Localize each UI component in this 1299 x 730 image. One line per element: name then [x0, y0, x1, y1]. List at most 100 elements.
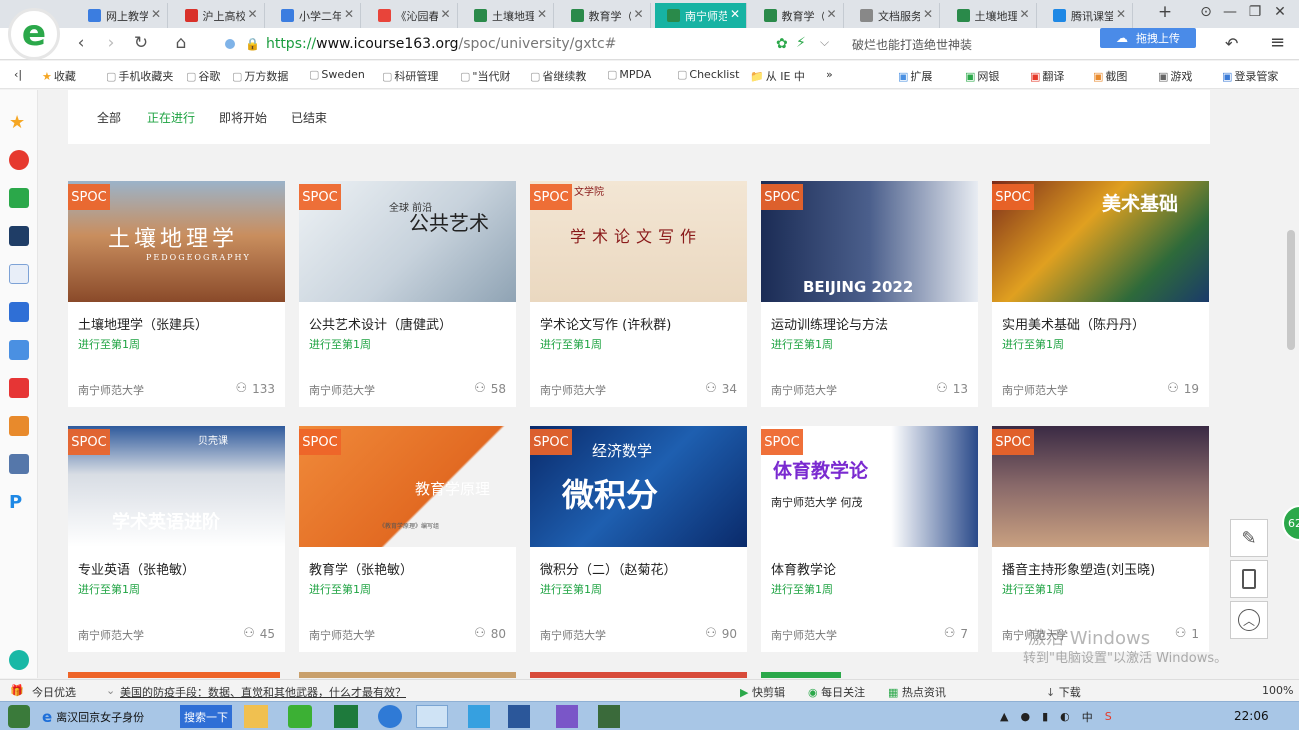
course-card[interactable]: 教育学原理 《教育学原理》编写组 SPOC 教育学（张艳敏） 进行至第1周 南宁师范大学 ⚇… — [299, 426, 516, 652]
tab-close-icon[interactable]: ✕ — [1019, 7, 1029, 21]
course-card[interactable]: SPOC 播音主持形象塑造(刘玉晓) 进行至第1周 南宁师范大学 ⚇ 1 — [992, 426, 1209, 652]
bookmark-item[interactable]: ▢ 省继续教 — [530, 68, 586, 84]
course-card[interactable]: 美术基础 SPOC 实用美术基础（陈丹丹） 进行至第1周 南宁师范大学 ⚇ 19 — [992, 181, 1209, 407]
tab-close-icon[interactable]: ✕ — [151, 7, 161, 21]
tab-close-icon[interactable]: ✕ — [826, 7, 836, 21]
word-icon[interactable] — [508, 705, 530, 728]
bookmark-item[interactable]: ★ 收藏 — [42, 68, 76, 84]
sidebar-toggle-icon[interactable]: ‹| — [14, 68, 22, 81]
scrollbar-thumb[interactable] — [1287, 230, 1295, 350]
excel-icon[interactable] — [334, 705, 358, 728]
course-thumbnail[interactable]: BEIJING 2022 SPOC — [761, 181, 978, 302]
tab-0[interactable]: 网上教学 ✕ — [76, 3, 168, 28]
course-thumbnail[interactable]: 学术英语进阶 贝壳课 SPOC — [68, 426, 285, 547]
home-button[interactable]: ⌂ — [170, 33, 192, 53]
taskbar-window-browser[interactable]: e 离汉回京女子身份 — [42, 705, 174, 728]
news-headline[interactable]: 美国的防疫手段：数据、直觉和其他武器，什么才最有效？ — [120, 684, 406, 700]
taskbar-search-button[interactable]: 搜索一下 — [180, 705, 232, 728]
course-title[interactable]: 运动训练理论与方法 — [771, 314, 888, 333]
bookmark-item[interactable]: ▢ 万方数据 — [232, 68, 288, 84]
close-window-button[interactable]: ✕ — [1270, 4, 1290, 20]
reload-button[interactable]: ↻ — [130, 33, 152, 53]
course-thumbnail[interactable]: 土壤地理学 PEDOGEOGRAPHY SPOC — [68, 181, 285, 302]
quick-edit-item[interactable]: ▶ 快剪辑 — [740, 684, 785, 700]
tab-10[interactable]: 腾讯课堂 ✕ — [1041, 3, 1133, 28]
course-title[interactable]: 实用美术基础（陈丹丹） — [1002, 314, 1145, 333]
gift-icon[interactable]: 🎁 — [10, 684, 24, 697]
daily-focus-item[interactable]: ◉ 每日关注 — [808, 684, 865, 700]
course-card[interactable]: 公共艺术 全球 前沿 SPOC 公共艺术设计（唐健武） 进行至第1周 南宁师范大学 ⚇ 58 — [299, 181, 516, 407]
zoom-level[interactable]: 100% — [1262, 684, 1293, 697]
tab-close-icon[interactable]: ✕ — [1116, 7, 1126, 21]
course-thumbnail[interactable]: 微积分 经济数学 SPOC — [530, 426, 747, 547]
bookmark-item[interactable]: 📁 从 IE 中 — [750, 68, 805, 84]
course-card[interactable]: 体育教学论 南宁师范大学 何茂 SPOC 体育教学论 进行至第1周 南宁师范大学 ⚇ 7 — [761, 426, 978, 652]
start-button[interactable] — [8, 705, 30, 728]
skin-icon[interactable]: ⊙ — [1196, 4, 1216, 20]
course-title[interactable]: 公共艺术设计（唐健武） — [309, 314, 452, 333]
menu-icon[interactable]: ≡ — [1270, 32, 1285, 53]
tab-1[interactable]: 沪上高校 ✕ — [173, 3, 265, 28]
app-taskbar-icon[interactable] — [556, 705, 578, 728]
more-bookmarks-icon[interactable]: » — [826, 68, 833, 81]
tab-2[interactable]: 小学二年 ✕ — [269, 3, 361, 28]
course-title[interactable]: 学术论文写作 (许秋群) — [540, 314, 671, 333]
mobile-app-button[interactable] — [1230, 560, 1268, 598]
course-title[interactable]: 体育教学论 — [771, 559, 836, 578]
edit-feedback-button[interactable]: ✎ — [1230, 519, 1268, 557]
tab-close-icon[interactable]: ✕ — [730, 7, 740, 21]
course-title[interactable]: 土壤地理学（张建兵） — [78, 314, 208, 333]
forward-button[interactable]: › — [100, 33, 122, 53]
undo-icon[interactable]: ↶ — [1225, 34, 1238, 53]
course-thumbnail[interactable]: 美术基础 SPOC — [992, 181, 1209, 302]
word-doc-icon[interactable] — [9, 264, 29, 284]
course-card[interactable]: BEIJING 2022 SPOC 运动训练理论与方法 进行至第1周 南宁师范大学 ⚇ 13 — [761, 181, 978, 407]
chat-icon[interactable] — [9, 302, 29, 322]
video-icon[interactable] — [9, 378, 29, 398]
bookmark-item[interactable]: ▢ MPDA — [607, 68, 651, 81]
bookmark-item[interactable]: ▢ Checklist — [677, 68, 739, 81]
toolbar-right-item[interactable]: ▣ 游戏 — [1158, 68, 1192, 84]
minimize-button[interactable]: — — [1220, 4, 1240, 20]
refresh-green-icon[interactable]: ✿ — [776, 36, 788, 52]
course-card[interactable]: 学术英语进阶 贝壳课 SPOC 专业英语（张艳敏） 进行至第1周 南宁师范大学 ⚇ 45 — [68, 426, 285, 652]
tencent-icon[interactable] — [468, 705, 490, 728]
tab-close-icon[interactable]: ✕ — [247, 7, 257, 21]
download-item[interactable]: ↓ 下载 — [1046, 684, 1081, 700]
maximize-button[interactable]: ❐ — [1245, 4, 1265, 20]
course-card[interactable]: 学术论文写作 文学院 SPOC 学术论文写作 (许秋群) 进行至第1周 南宁师范大学 ⚇ 34 — [530, 181, 747, 407]
course-thumbnail[interactable]: 体育教学论 南宁师范大学 何茂 SPOC — [761, 426, 978, 547]
course-thumbnail[interactable]: 公共艺术 全球 前沿 SPOC — [299, 181, 516, 302]
hot-news-item[interactable]: ▦ 热点资讯 — [888, 684, 946, 700]
course-thumbnail[interactable]: SPOC — [992, 426, 1209, 547]
game-icon[interactable] — [9, 340, 29, 360]
weibo-icon[interactable] — [9, 150, 29, 170]
tab-7[interactable]: 教育学（ ✕ — [752, 3, 844, 28]
browser-logo[interactable]: e — [8, 8, 60, 60]
security-shield-icon[interactable] — [225, 39, 235, 49]
lightning-icon[interactable]: ⚡ — [796, 35, 806, 51]
tab-6[interactable]: 南宁师范 ✕ — [655, 3, 747, 28]
url-input[interactable]: 🔒 https:// www.icourse163.org /spoc/univ… — [245, 32, 835, 56]
tab-8[interactable]: 文档服务 ✕ — [848, 3, 940, 28]
browser-taskbar-icon[interactable] — [416, 705, 448, 728]
bookmark-item[interactable]: ▢ Sweden — [309, 68, 365, 81]
toolbar-right-item[interactable]: ▣ 登录管家 — [1222, 68, 1278, 84]
toolbar-right-item[interactable]: ▣ 网银 — [965, 68, 999, 84]
course-title[interactable]: 教育学（张艳敏） — [309, 559, 413, 578]
plus-circle-icon[interactable] — [9, 650, 29, 670]
filter-upcoming[interactable]: 即将开始 — [219, 109, 267, 126]
dropdown-chevron-icon[interactable]: ⌵ — [820, 35, 829, 50]
favorites-star-icon[interactable]: ★ — [9, 112, 29, 133]
bookmark-item[interactable]: ▢ "当代财 — [460, 68, 510, 84]
toolbar-right-item[interactable]: ▣ 扩展 — [898, 68, 932, 84]
course-card[interactable]: 微积分 经济数学 SPOC 微积分（二）（赵菊花） 进行至第1周 南宁师范大学 ⚇ 90 — [530, 426, 747, 652]
course-thumbnail[interactable]: 教育学原理 《教育学原理》编写组 SPOC — [299, 426, 516, 547]
tab-close-icon[interactable]: ✕ — [633, 7, 643, 21]
tray-icons[interactable]: ▲ ● ▮ ◐ 中 S — [1000, 705, 1200, 728]
global-news-icon[interactable] — [9, 226, 29, 246]
back-to-top-button[interactable]: ︿ — [1230, 601, 1268, 639]
tab-close-icon[interactable]: ✕ — [344, 7, 354, 21]
ie-taskbar-icon[interactable] — [378, 705, 402, 728]
today-picks[interactable]: 今日优选 — [32, 684, 76, 700]
